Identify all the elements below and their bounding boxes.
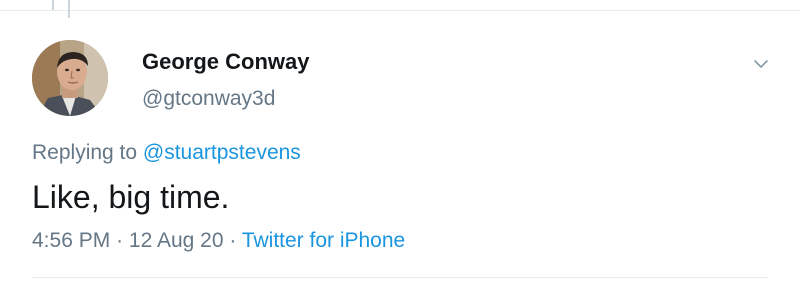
avatar-image [32, 40, 108, 116]
tweet-date[interactable]: 12 Aug 20 [129, 229, 224, 252]
chevron-down-icon[interactable] [750, 56, 772, 72]
author-handle[interactable]: @gtconway3d [142, 86, 275, 112]
tweet-text: Like, big time. [32, 179, 230, 215]
tweet-meta: 4:56 PM · 12 Aug 20 · Twitter for iPhone [32, 228, 405, 254]
bottom-divider [32, 277, 768, 278]
author-display-name[interactable]: George Conway [142, 49, 309, 75]
replying-to-prefix: Replying to [32, 141, 138, 164]
thread-line [68, 0, 70, 18]
tweet-source-link[interactable]: Twitter for iPhone [242, 229, 405, 252]
top-divider [0, 10, 800, 11]
thread-tick [52, 0, 54, 10]
meta-separator: · [116, 229, 124, 252]
reply-mention-link[interactable]: @stuartpstevens [143, 141, 301, 164]
avatar[interactable] [32, 40, 108, 116]
tweet-time[interactable]: 4:56 PM [32, 229, 110, 252]
meta-separator: · [229, 229, 237, 252]
replying-to-line: Replying to @stuartpstevens [32, 140, 301, 166]
